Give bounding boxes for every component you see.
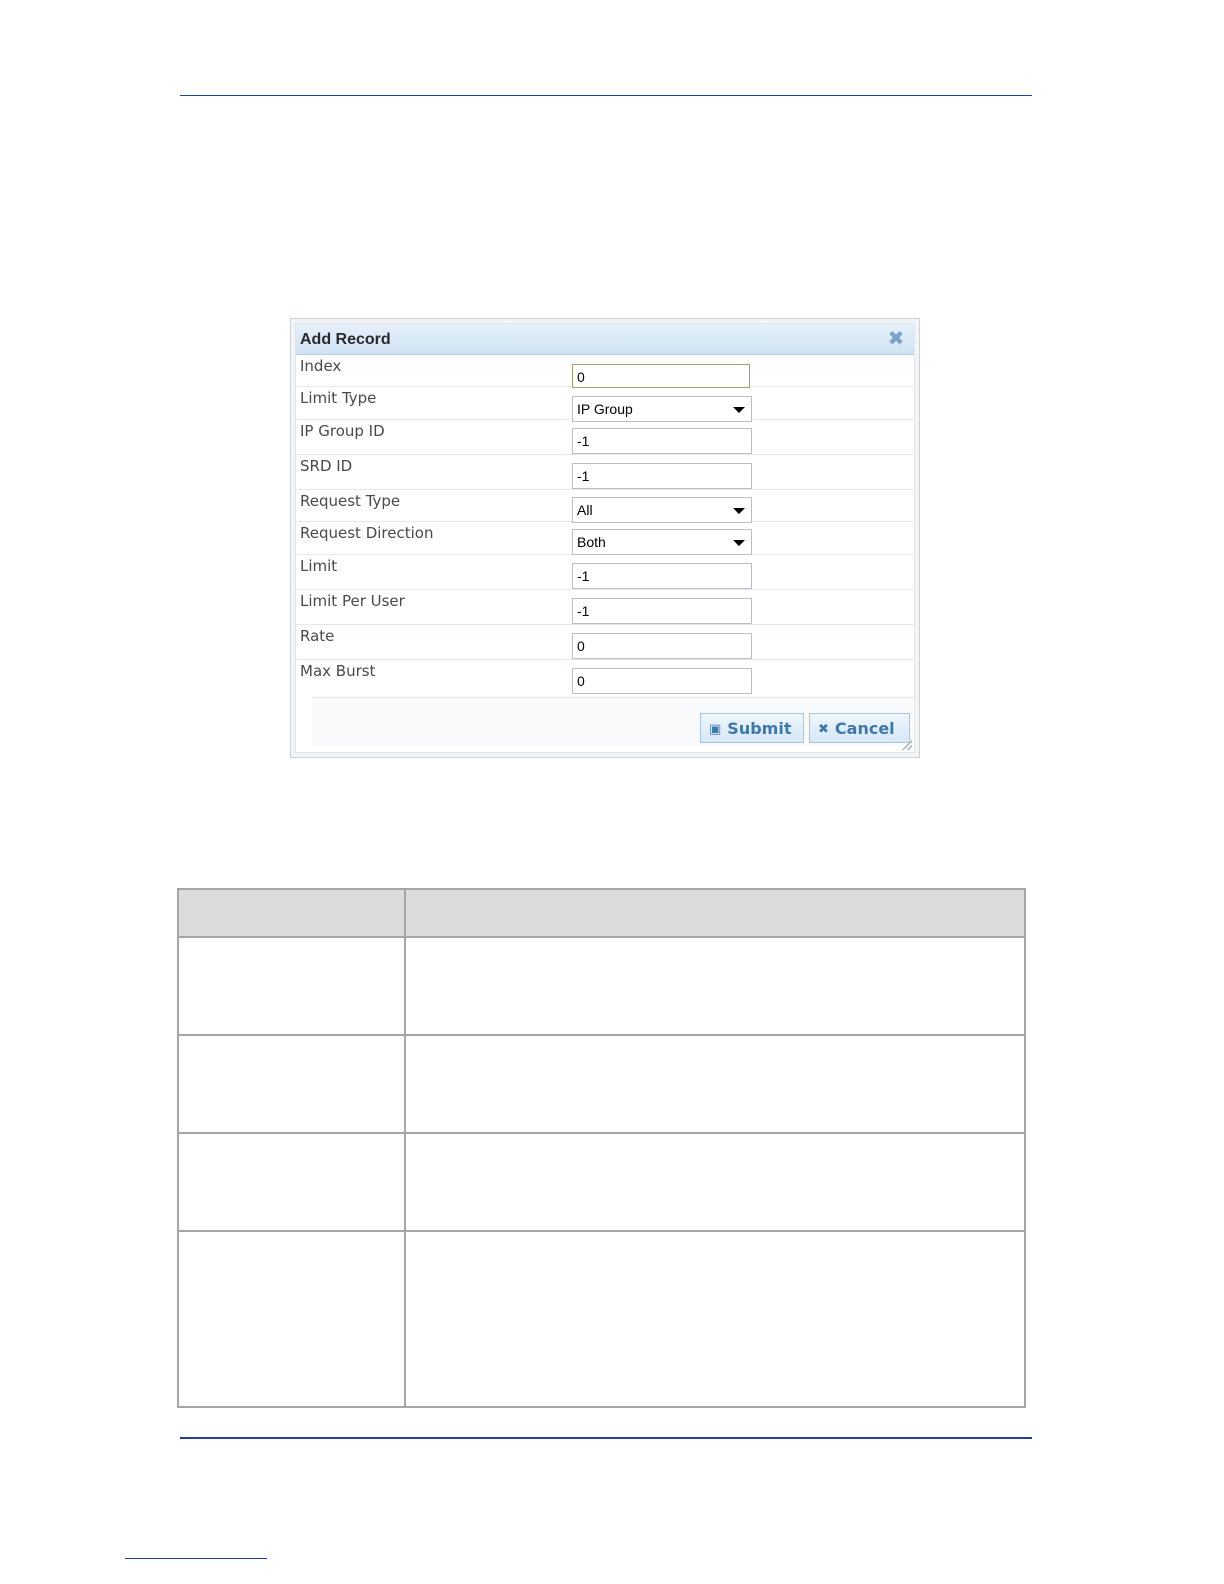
dialog-body: Add Record ✖ Index 0 Limit Type IP Group… — [295, 323, 915, 753]
rate-input[interactable]: 0 — [572, 633, 752, 659]
table-row-divider — [179, 1230, 1024, 1232]
cancel-button[interactable]: ✖ Cancel — [809, 713, 910, 743]
form-row-request-type: Request Type All — [296, 490, 914, 523]
limit-type-label: Limit Type — [300, 389, 377, 407]
request-type-select[interactable]: All — [572, 497, 752, 523]
save-icon: ▣ — [709, 722, 722, 737]
request-direction-select[interactable]: Both — [572, 529, 752, 555]
form-row-rate: Rate 0 — [296, 625, 914, 660]
limit-type-value: IP Group — [577, 401, 633, 417]
table-row-divider — [179, 1034, 1024, 1036]
request-type-value: All — [577, 502, 593, 518]
srd-id-input[interactable]: -1 — [572, 463, 752, 489]
dialog-title: Add Record — [300, 331, 391, 348]
max-burst-label: Max Burst — [300, 662, 376, 680]
form-row-srd-id: SRD ID -1 — [296, 455, 914, 490]
table-row-divider — [179, 1132, 1024, 1134]
table-header — [179, 890, 1024, 938]
resize-grip-icon[interactable] — [902, 740, 912, 750]
form-row-max-burst: Max Burst 0 — [296, 660, 914, 696]
chevron-down-icon — [733, 540, 745, 546]
limit-type-select[interactable]: IP Group — [572, 396, 752, 422]
max-burst-input[interactable]: 0 — [572, 668, 752, 694]
submit-button[interactable]: ▣ Submit — [700, 713, 804, 743]
form-row-index: Index 0 — [296, 355, 914, 388]
form-row-limit-type: Limit Type IP Group — [296, 387, 914, 422]
table-column-divider — [404, 890, 406, 1406]
ip-group-id-input[interactable]: -1 — [572, 428, 752, 454]
request-type-label: Request Type — [300, 492, 401, 510]
form-row-request-direction: Request Direction Both — [296, 522, 914, 555]
cancel-label: Cancel — [834, 719, 895, 738]
limit-per-user-input[interactable]: -1 — [572, 598, 752, 624]
form-row-limit: Limit -1 — [296, 555, 914, 590]
header-rule — [180, 95, 1032, 96]
submit-label: Submit — [727, 719, 792, 738]
add-record-dialog: Add Record ✖ Index 0 Limit Type IP Group… — [290, 318, 920, 758]
limit-per-user-label: Limit Per User — [300, 592, 405, 610]
dialog-titlebar[interactable]: Add Record ✖ — [296, 324, 914, 355]
close-icon[interactable]: ✖ — [886, 328, 906, 348]
limit-input[interactable]: -1 — [572, 563, 752, 589]
chevron-down-icon — [733, 407, 745, 413]
index-input[interactable]: 0 — [572, 364, 750, 388]
x-icon: ✖ — [818, 722, 829, 737]
form-row-limit-per-user: Limit Per User -1 — [296, 590, 914, 625]
parameter-table — [177, 888, 1026, 1408]
footnote-rule — [125, 1558, 267, 1559]
limit-label: Limit — [300, 557, 338, 575]
form-row-ip-group-id: IP Group ID -1 — [296, 420, 914, 455]
request-direction-value: Both — [577, 534, 606, 550]
request-direction-label: Request Direction — [300, 524, 434, 542]
footer-rule — [180, 1437, 1032, 1439]
index-label: Index — [300, 357, 342, 375]
srd-id-label: SRD ID — [300, 457, 353, 475]
chevron-down-icon — [733, 508, 745, 514]
ip-group-id-label: IP Group ID — [300, 422, 385, 440]
rate-label: Rate — [300, 627, 335, 645]
